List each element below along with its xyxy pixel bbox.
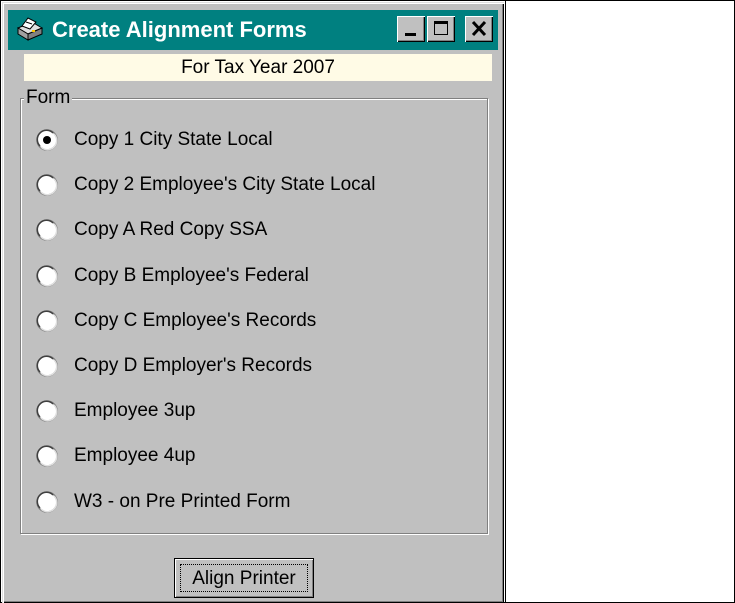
form-groupbox-legend: Form bbox=[24, 87, 73, 108]
align-printer-button[interactable]: Align Printer bbox=[174, 558, 314, 598]
align-printer-label: Align Printer bbox=[180, 564, 308, 592]
document-border-top bbox=[0, 0, 735, 1]
radio-option[interactable]: Employee 3up bbox=[36, 397, 476, 427]
minimize-icon bbox=[405, 33, 416, 36]
close-icon bbox=[471, 20, 487, 37]
radio-option-label[interactable]: Copy C Employee's Records bbox=[74, 309, 316, 333]
document-border-left bbox=[0, 0, 1, 603]
document-column-divider bbox=[505, 0, 506, 603]
radio-option-label[interactable]: Employee 4up bbox=[74, 444, 195, 468]
radio-option-label[interactable]: W3 - on Pre Printed Form bbox=[74, 490, 290, 514]
minimize-button[interactable] bbox=[397, 16, 425, 42]
radio-unselected-icon[interactable] bbox=[36, 445, 58, 467]
maximize-button[interactable] bbox=[427, 16, 455, 42]
radio-selected-icon[interactable] bbox=[36, 129, 58, 151]
radio-unselected-icon[interactable] bbox=[36, 219, 58, 241]
radio-option-label[interactable]: Copy B Employee's Federal bbox=[74, 264, 309, 288]
title-bar[interactable]: Create Alignment Forms bbox=[8, 10, 498, 50]
radio-unselected-icon[interactable] bbox=[36, 174, 58, 196]
radio-option-label[interactable]: Copy A Red Copy SSA bbox=[74, 218, 267, 242]
radio-unselected-icon[interactable] bbox=[36, 355, 58, 377]
radio-option[interactable]: Employee 4up bbox=[36, 442, 476, 472]
radio-option[interactable]: Copy B Employee's Federal bbox=[36, 262, 476, 292]
radio-unselected-icon[interactable] bbox=[36, 310, 58, 332]
tax-year-banner: For Tax Year 2007 bbox=[24, 54, 492, 81]
radio-option-label[interactable]: Copy 2 Employee's City State Local bbox=[74, 173, 375, 197]
create-alignment-forms-window: Create Alignment Forms For Tax Year 2007… bbox=[2, 2, 504, 603]
radio-option[interactable]: Copy 1 City State Local bbox=[36, 126, 476, 156]
radio-option[interactable]: Copy D Employer's Records bbox=[36, 352, 476, 382]
radio-option-label[interactable]: Employee 3up bbox=[74, 399, 195, 423]
radio-option[interactable]: W3 - on Pre Printed Form bbox=[36, 488, 476, 518]
window-title: Create Alignment Forms bbox=[52, 17, 307, 42]
printer-icon bbox=[12, 16, 44, 44]
radio-unselected-icon[interactable] bbox=[36, 265, 58, 287]
radio-unselected-icon[interactable] bbox=[36, 400, 58, 422]
radio-option[interactable]: Copy A Red Copy SSA bbox=[36, 216, 476, 246]
close-button[interactable] bbox=[465, 16, 493, 42]
radio-option-label[interactable]: Copy 1 City State Local bbox=[74, 128, 273, 152]
maximize-icon bbox=[434, 21, 448, 35]
radio-unselected-icon[interactable] bbox=[36, 491, 58, 513]
radio-option[interactable]: Copy 2 Employee's City State Local bbox=[36, 171, 476, 201]
radio-option-label[interactable]: Copy D Employer's Records bbox=[74, 354, 312, 378]
radio-option[interactable]: Copy C Employee's Records bbox=[36, 307, 476, 337]
